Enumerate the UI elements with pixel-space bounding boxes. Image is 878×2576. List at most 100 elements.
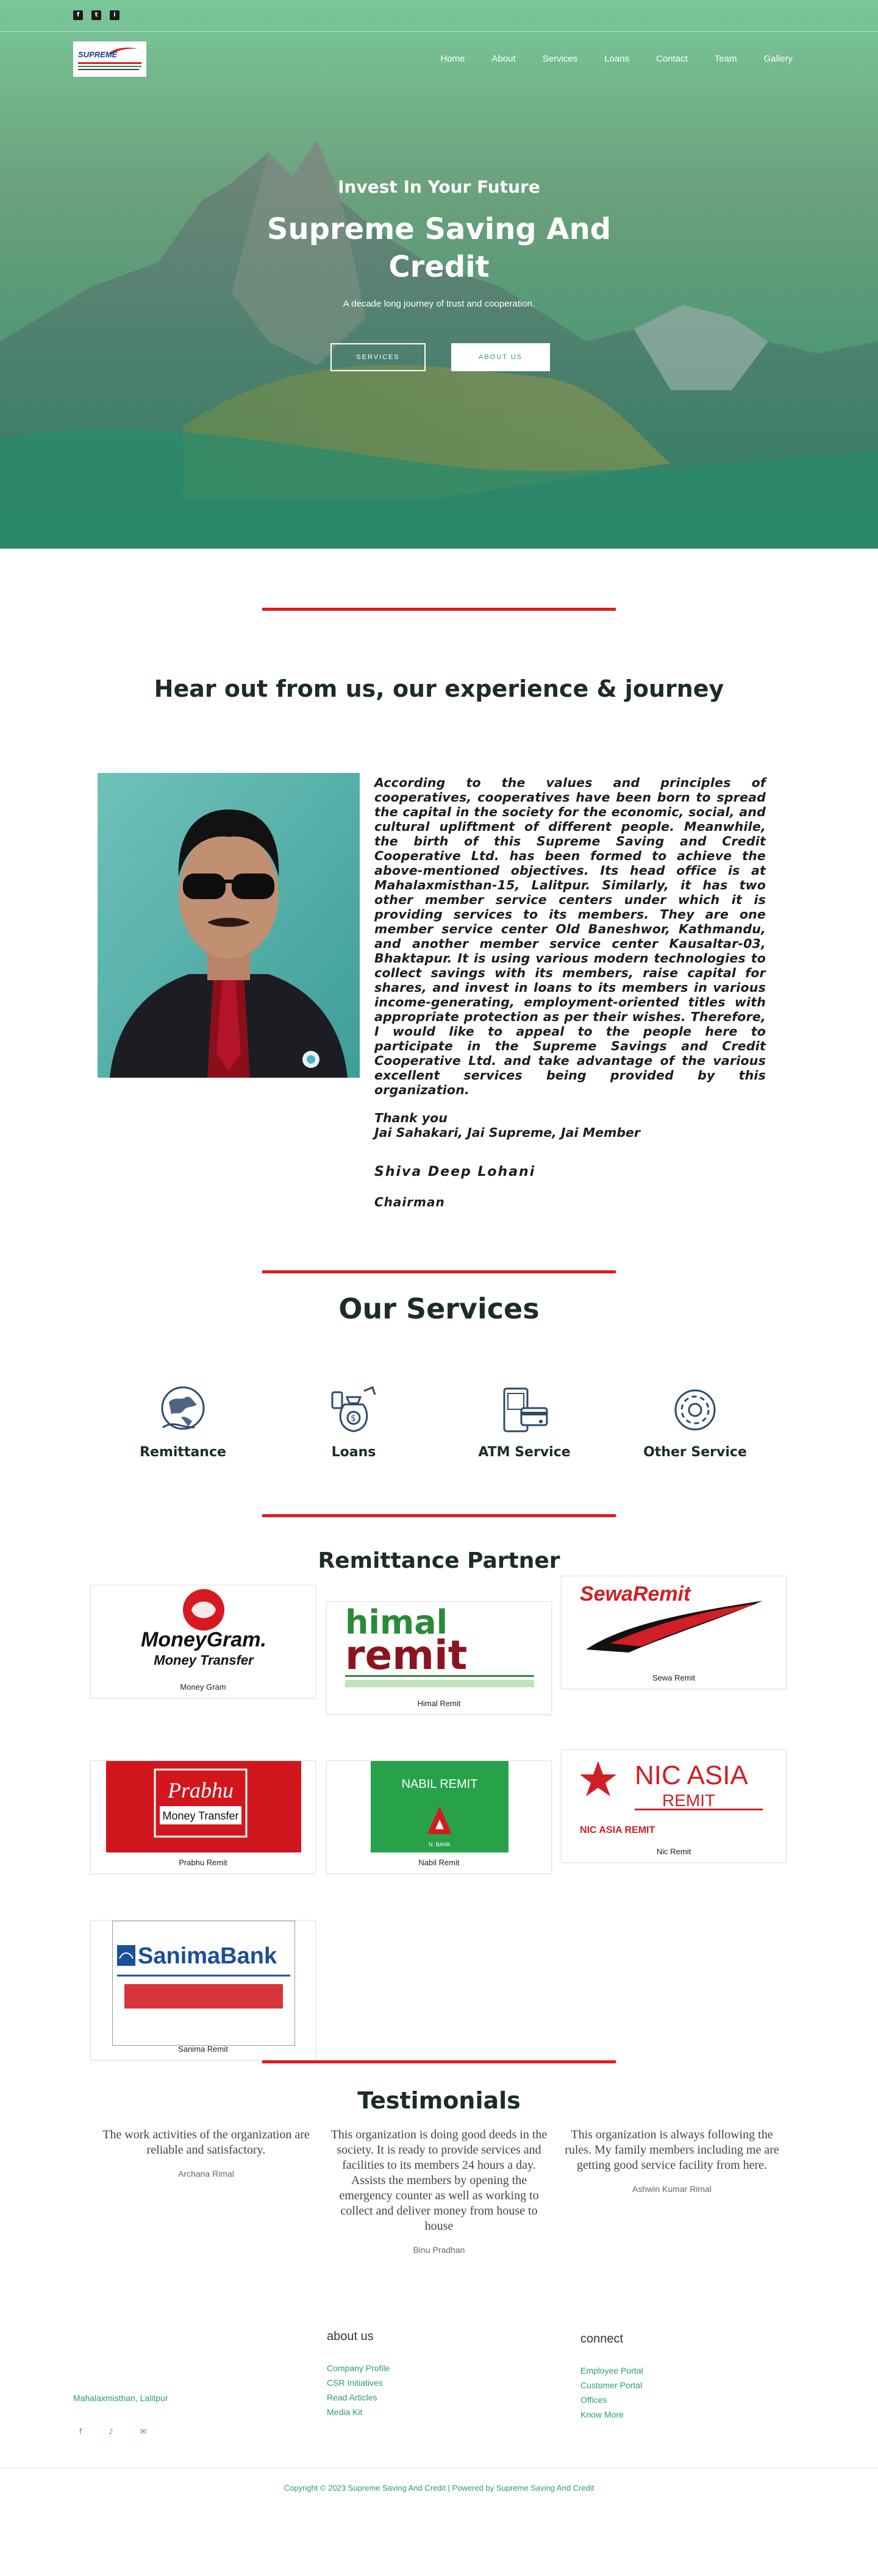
remittance-partners-section: Remittance Partner MoneyGram. Money Tran… (0, 1487, 878, 2060)
prabhu-logo-text: Prabhu (167, 1778, 234, 1802)
footer-connect-column: connect Employee Portal Customer Portal … (580, 2332, 643, 2422)
chairman-message-section: Hear out from us, our experience & journ… (0, 549, 878, 1262)
service-remittance[interactable]: Remittance (122, 1384, 244, 1460)
nav-services[interactable]: Services (543, 54, 578, 64)
partner-name: Nabil Remit (418, 1858, 460, 1867)
logo-red-stripe (78, 62, 141, 64)
testimonial-text: This organization is always following th… (565, 2128, 779, 2172)
nic-logo-sub2: NIC ASIA REMIT (580, 1825, 655, 1835)
service-atm[interactable]: ATM Service (463, 1384, 585, 1460)
money-bag-icon: $ (331, 1386, 376, 1432)
nav-gallery[interactable]: Gallery (763, 54, 793, 64)
facebook-icon[interactable]: f (73, 10, 83, 20)
partner-name: Himal Remit (417, 1699, 461, 1708)
atm-card-icon (503, 1387, 548, 1432)
partner-name: Nic Remit (656, 1847, 691, 1856)
service-other[interactable]: Other Service (634, 1384, 756, 1460)
footer-link-customer-portal[interactable]: Customer Portal (580, 2378, 643, 2393)
chairman-role: Chairman (374, 1195, 445, 1209)
hero-title: Supreme Saving And Credit (266, 212, 612, 284)
message-thanks: Thank you (374, 1111, 448, 1125)
moneygram-logo-sub: Money Transfer (154, 1653, 254, 1668)
partner-card-prabhu[interactable]: Prabhu Money Transfer Prabhu Remit (90, 1760, 316, 1874)
nic-asia-remit-logo: NIC ASIA REMIT NIC ASIA REMIT (574, 1750, 775, 1841)
site-footer: Mahalaxmisthan, Lalitpur f ♪ ✉ about us … (0, 2330, 878, 2571)
footer-address: Mahalaxmisthan, Lalitpur (73, 2393, 168, 2403)
footer-link-media-kit[interactable]: Media Kit (327, 2405, 390, 2419)
sewa-logo-text: SewaRemit (580, 1582, 691, 1606)
gear-icon (674, 1389, 716, 1431)
prabhu-logo-sub: Money Transfer (162, 1810, 238, 1822)
nav-home[interactable]: Home (440, 54, 465, 64)
email-icon[interactable]: ✉ (140, 2427, 146, 2436)
testimonial-author: Binu Pradhan (413, 2245, 465, 2255)
message-body: According to the values and principles o… (374, 775, 766, 1097)
footer-link-company-profile[interactable]: Company Profile (327, 2361, 390, 2375)
site-logo[interactable]: SUPREME (73, 41, 146, 77)
section-divider (262, 2060, 616, 2063)
partner-card-sewa[interactable]: SewaRemit Sewa Remit (561, 1576, 787, 1689)
nabil-logo-text: NABIL REMIT (402, 1777, 478, 1791)
nav-team[interactable]: Team (715, 54, 737, 64)
chairman-name: Shiva Deep Lohani (374, 1164, 536, 1179)
moneygram-emblem-icon: MoneyGram. Money Transfer (141, 1589, 266, 1668)
nabil-remit-logo: NABIL REMIT N. BANK (371, 1761, 509, 1852)
prabhu-logo: Prabhu Money Transfer (106, 1761, 301, 1852)
facebook-icon[interactable]: f (79, 2427, 82, 2436)
nabil-logo-sub: N. BANK (429, 1841, 451, 1848)
nav-about[interactable]: About (491, 54, 515, 64)
nav-loans[interactable]: Loans (604, 54, 629, 64)
partner-name: Sewa Remit (652, 1673, 696, 1682)
services-button[interactable]: SERVICES (330, 343, 426, 371)
hero-tagline: A decade long journey of trust and coope… (343, 299, 535, 309)
section-divider (262, 608, 616, 611)
partner-card-himal[interactable]: himal remit Himal Remit (326, 1601, 552, 1715)
top-social-links: f t i (73, 10, 120, 20)
footer-link-know-more[interactable]: Know More (580, 2407, 643, 2422)
testimonial-author: Archana Rimal (178, 2169, 234, 2179)
section-divider (262, 1514, 616, 1517)
nic-logo-sub: REMIT (662, 1791, 715, 1810)
testimonial-card: This organization is always following th… (562, 2127, 782, 2194)
section-divider (262, 1270, 616, 1273)
services-section: Our Services Remittance $ Loans ATM Serv… (0, 1262, 878, 1487)
logo-subtitle-stripe (78, 69, 139, 70)
top-bar: f t i (0, 0, 878, 32)
footer-about-title: about us (327, 2330, 374, 2343)
twitter-icon[interactable]: t (91, 10, 101, 20)
service-label: Remittance (140, 1445, 226, 1460)
remittance-title: Remittance Partner (318, 1548, 560, 1573)
svg-text:$: $ (351, 1414, 356, 1423)
partner-name: Sanima Remit (178, 2044, 228, 2054)
testimonial-text: The work activities of the organization … (102, 2128, 310, 2157)
service-label: ATM Service (478, 1445, 571, 1460)
testimonial-author: Ashwin Kumar Rimal (632, 2184, 712, 2194)
partner-card-moneygram[interactable]: MoneyGram. Money Transfer Money Gram (90, 1585, 316, 1698)
logo-text: SUPREME (78, 50, 118, 59)
moneygram-logo: MoneyGram. Money Transfer (109, 1585, 298, 1677)
footer-divider (0, 2467, 878, 2468)
hero-kicker: Invest In Your Future (338, 177, 540, 197)
main-nav: Home About Services Loans Contact Team G… (440, 54, 793, 64)
himal-logo-sub: remit (345, 1632, 467, 1679)
instagram-icon[interactable]: i (110, 10, 120, 20)
about-us-button[interactable]: ABOUT US (451, 343, 550, 371)
footer-link-articles[interactable]: Read Articles (327, 2390, 390, 2405)
tiktok-icon[interactable]: ♪ (109, 2427, 113, 2436)
testimonial-card: This organization is doing good deeds in… (329, 2127, 549, 2255)
globe-hand-icon (161, 1386, 205, 1430)
partner-card-nabil[interactable]: NABIL REMIT N. BANK Nabil Remit (326, 1760, 552, 1874)
message-heading: Hear out from us, our experience & journ… (154, 675, 724, 702)
service-loans[interactable]: $ Loans (293, 1384, 415, 1460)
footer-link-employee-portal[interactable]: Employee Portal (580, 2363, 643, 2378)
sanima-remit-logo: SanimaBank (112, 1921, 295, 2046)
partner-card-sanima[interactable]: SanimaBank Sanima Remit (90, 1920, 316, 2060)
moneygram-logo-text: MoneyGram. (141, 1628, 266, 1651)
message-slogan: Jai Sahakari, Jai Supreme, Jai Member (374, 1125, 641, 1140)
nav-contact[interactable]: Contact (656, 54, 688, 64)
partner-card-nic[interactable]: NIC ASIA REMIT NIC ASIA REMIT Nic Remit (561, 1749, 787, 1863)
footer-link-offices[interactable]: Offices (580, 2393, 643, 2407)
footer-link-csr[interactable]: CSR Initiatives (327, 2375, 390, 2390)
testimonial-card: The work activities of the organization … (96, 2127, 316, 2179)
services-title: Our Services (338, 1292, 540, 1325)
